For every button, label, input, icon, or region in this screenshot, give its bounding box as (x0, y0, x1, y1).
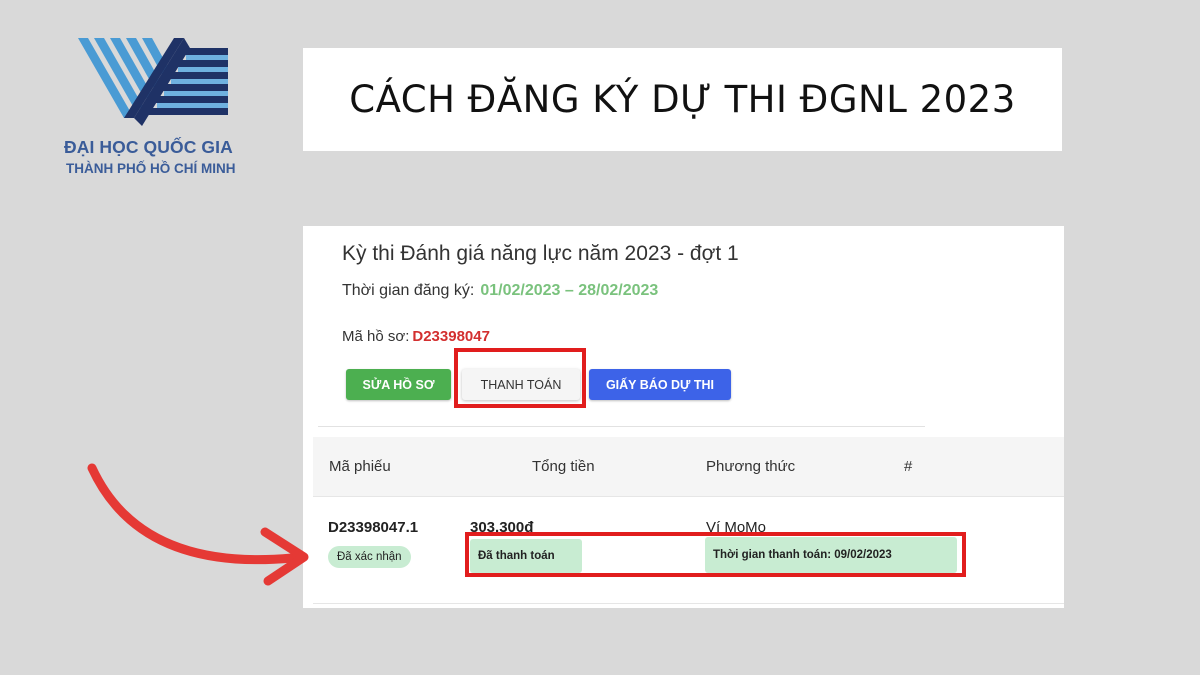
payment-button-highlight (454, 348, 586, 408)
confirmed-badge: Đã xác nhận (328, 546, 411, 568)
logo-university-name: ĐẠI HỌC QUỐC GIA (64, 137, 233, 157)
registration-period: Thời gian đăng ký: 01/02/2023 – 28/02/202… (342, 282, 658, 300)
exam-title: Kỳ thi Đánh giá năng lực năm 2023 - đợt … (342, 242, 739, 265)
curved-arrow-icon (87, 463, 309, 586)
registration-period-label: Thời gian đăng ký: (342, 282, 475, 299)
column-header-amount: Tổng tiền (532, 458, 595, 475)
application-code-label: Mã hồ sơ: (342, 328, 410, 345)
registration-period-dates: 01/02/2023 – 28/02/2023 (480, 282, 659, 299)
column-header-action: # (904, 458, 913, 475)
column-header-method: Phương thức (706, 458, 796, 475)
exam-notice-button[interactable]: GIẤY BÁO DỰ THI (589, 369, 731, 400)
logo-city-name: THÀNH PHỐ HỒ CHÍ MINH (66, 161, 236, 176)
column-header-code: Mã phiếu (329, 458, 391, 475)
application-code: Mã hồ sơ: D23398047 (342, 328, 490, 345)
vnu-hcm-logo-icon (78, 38, 228, 126)
vnu-hcm-logo: ĐẠI HỌC QUỐC GIA THÀNH PHỐ HỒ CHÍ MINH (60, 38, 270, 183)
edit-application-button[interactable]: SỬA HỒ SƠ (346, 369, 451, 400)
table-bottom-border (313, 603, 1064, 604)
payment-table-header: Mã phiếu Tổng tiền Phương thức # (313, 437, 1064, 497)
registration-panel: Kỳ thi Đánh giá năng lực năm 2023 - đợt … (303, 226, 1064, 608)
payment-status-highlight (465, 532, 966, 577)
title-banner: CÁCH ĐĂNG KÝ DỰ THI ĐGNL 2023 (303, 48, 1062, 151)
application-code-value: D23398047 (412, 328, 490, 345)
receipt-code: D23398047.1 (328, 519, 419, 536)
page-title: CÁCH ĐĂNG KÝ DỰ THI ĐGNL 2023 (349, 78, 1016, 121)
divider (318, 426, 925, 427)
